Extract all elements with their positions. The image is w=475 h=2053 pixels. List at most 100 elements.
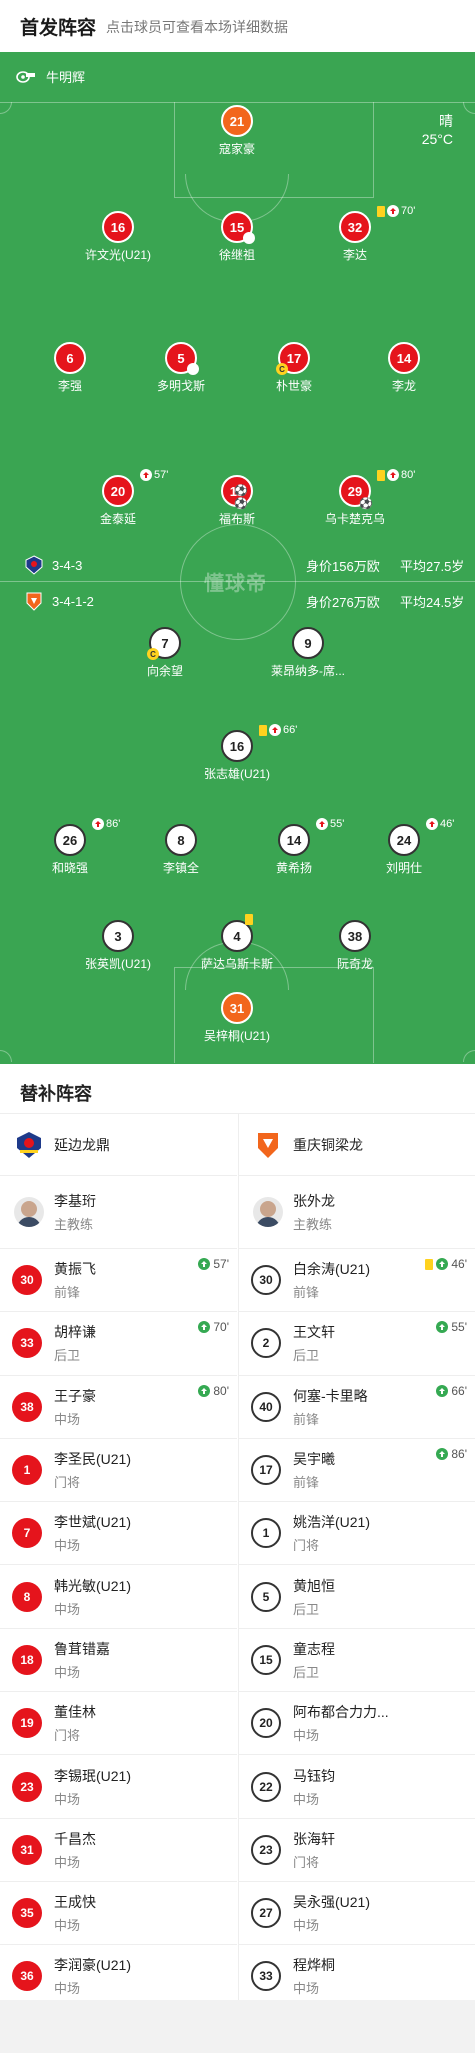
away-player[interactable]: 9 莱昂纳多-席...	[228, 627, 388, 679]
jersey-number: 5	[165, 342, 199, 375]
away-coach-row[interactable]: 张外龙 主教练	[239, 1176, 475, 1249]
jersey-number: 38	[339, 920, 371, 952]
jersey-number: 2	[251, 1328, 281, 1359]
player-position: 前锋	[293, 1285, 320, 1301]
substitute-row[interactable]: 8 韩光敏(U21) 中场	[0, 1565, 237, 1629]
corner-arc	[463, 1050, 475, 1062]
player-events: 66'	[259, 724, 297, 736]
substitute-row[interactable]: 20 阿布都合力力... 中场	[239, 1692, 475, 1756]
substitution-time: 86'	[451, 1446, 467, 1461]
player-name: 李世斌(U21)	[54, 1514, 132, 1531]
jersey-text: 17	[286, 350, 302, 366]
substitute-row[interactable]: 1 李圣民(U21) 门将	[0, 1439, 237, 1503]
chongqing-logo-icon	[258, 1132, 278, 1158]
substitution-time: 57'	[213, 1257, 229, 1271]
home-team-summary: 3-4-3 身价156万欧 平均27.5岁	[0, 552, 475, 578]
home-player[interactable]: 29 ⚽ 80' 乌卡楚克乌	[275, 469, 435, 527]
home-coach-row[interactable]: 李基珩 主教练	[0, 1176, 237, 1249]
jersey-number: 19	[12, 1708, 42, 1739]
substitution-time: 55'	[451, 1320, 467, 1335]
home-team-row[interactable]: 延边龙鼎	[0, 1114, 237, 1176]
away-player[interactable]: 7C 向余望	[85, 627, 245, 679]
substitute-row[interactable]: 2 王文轩 后卫 55'	[239, 1312, 475, 1376]
player-name: 刘明仕	[385, 861, 422, 875]
substitute-row[interactable]: 35 王成快 中场	[0, 1882, 237, 1946]
jersey-number: 40	[251, 1391, 281, 1422]
home-player[interactable]: 32 70' 李达	[275, 205, 435, 263]
temperature-text: 25°C	[421, 131, 453, 147]
substitution-icon	[140, 469, 152, 481]
player-name: 阮奇龙	[336, 957, 373, 971]
jersey-number: 30	[12, 1265, 42, 1296]
jersey-number: 7	[12, 1518, 42, 1549]
jersey-number: 3	[102, 920, 134, 952]
substitute-row[interactable]: 23 张海轩 门将	[239, 1819, 475, 1882]
substitute-row[interactable]: 38 王子豪 中场 80'	[0, 1376, 237, 1439]
substitute-row[interactable]: 1 姚浩洋(U21) 门将	[239, 1502, 475, 1566]
jersey-number: 33	[12, 1328, 42, 1359]
away-player[interactable]: 31 吴梓桐(U21)	[157, 992, 317, 1044]
substitution-event: 80'	[198, 1384, 229, 1398]
substitute-row[interactable]: 18 鲁茸错嘉 中场	[0, 1629, 237, 1693]
player-name: 张海轩	[293, 1830, 335, 1847]
substitute-row[interactable]: 30 白余涛(U21) 前锋 46'	[239, 1249, 475, 1313]
substitute-row[interactable]: 7 李世斌(U21) 中场	[0, 1502, 237, 1566]
substitution-in-icon	[436, 1258, 449, 1270]
away-team-row[interactable]: 重庆铜梁龙	[239, 1114, 475, 1176]
home-player[interactable]: 21 寇家豪	[157, 105, 317, 157]
goal-ball-icon: ⚽⚽	[234, 485, 248, 510]
player-position: 前锋	[293, 1475, 320, 1491]
jersey-number: 35	[12, 1898, 42, 1929]
substitute-row[interactable]: 23 李锡珉(U21) 中场	[0, 1755, 237, 1819]
player-position: 中场	[54, 1601, 81, 1617]
substitute-row[interactable]: 27 吴永强(U21) 中场	[239, 1882, 475, 1946]
jersey-number: 17	[251, 1455, 281, 1486]
away-player[interactable]: 24 46' 刘明仕	[324, 818, 475, 876]
yellow-card-icon	[377, 469, 385, 481]
player-name: 李龙	[391, 379, 416, 393]
jersey-number: 10 ⚽⚽	[221, 475, 253, 510]
substitution-event: 86'	[436, 1447, 467, 1461]
player-position: 中场	[54, 1981, 81, 1997]
substitute-row[interactable]: 31 千昌杰 中场	[0, 1819, 237, 1882]
player-name: 胡梓谦	[54, 1324, 96, 1341]
player-name: 鲁茸错嘉	[54, 1640, 110, 1657]
corner-arc	[0, 1050, 12, 1062]
away-formation: 3-4-1-2	[52, 593, 94, 609]
weather-text: 晴	[439, 113, 453, 129]
coach-role: 主教练	[54, 1217, 94, 1232]
away-player[interactable]: 16 66' 张志雄(U21)	[157, 724, 317, 782]
player-position: 后卫	[293, 1664, 320, 1680]
substitute-row[interactable]: 15 童志程 后卫	[239, 1629, 475, 1693]
substitute-row[interactable]: 22 马钰钧 中场	[239, 1755, 475, 1819]
substitution-time: 70'	[213, 1320, 229, 1335]
substitution-icon	[426, 818, 438, 830]
section-title: 首发阵容	[20, 18, 97, 39]
substitute-row[interactable]: 40 何塞-卡里略 前锋 66'	[239, 1376, 475, 1439]
player-name: 李润豪(U21)	[54, 1957, 132, 1974]
away-player[interactable]: 38 阮奇龙	[275, 920, 435, 972]
home-team-name: 延边龙鼎	[54, 1136, 110, 1153]
substitution-in-icon	[436, 1384, 449, 1397]
home-player[interactable]: 14 李龙	[324, 342, 475, 394]
jersey-number: 16	[221, 730, 253, 762]
substitute-row[interactable]: 30 黄振飞 前锋 57'	[0, 1249, 237, 1313]
jersey-number: 6	[54, 342, 86, 374]
player-name: 童志程	[293, 1640, 335, 1657]
player-name: 姚浩洋(U21)	[293, 1514, 371, 1531]
substitute-row[interactable]: 33 胡梓谦 后卫 70'	[0, 1312, 237, 1376]
player-name: 黄振飞	[54, 1261, 96, 1278]
away-team-summary: 3-4-1-2 身价276万欧 平均24.5岁	[0, 588, 475, 614]
substitution-out-icon	[243, 232, 255, 244]
substitute-row[interactable]: 17 吴宇曦前锋 86'	[239, 1439, 475, 1503]
substitution-time: 66'	[283, 724, 298, 736]
jersey-number: 1	[12, 1455, 42, 1486]
player-name: 吴宇曦	[293, 1451, 335, 1468]
substitute-row[interactable]: 5 黄旭恒 后卫	[239, 1565, 475, 1629]
lineup-header: 首发阵容 点击球员可查看本场详细数据	[0, 0, 475, 52]
player-position: 中场	[293, 1791, 320, 1807]
jersey-number: 20	[251, 1708, 281, 1739]
jersey-number: 29 ⚽	[339, 475, 373, 510]
substitute-row[interactable]: 19 董佳林 门将	[0, 1692, 237, 1756]
player-name: 千昌杰	[54, 1830, 96, 1847]
